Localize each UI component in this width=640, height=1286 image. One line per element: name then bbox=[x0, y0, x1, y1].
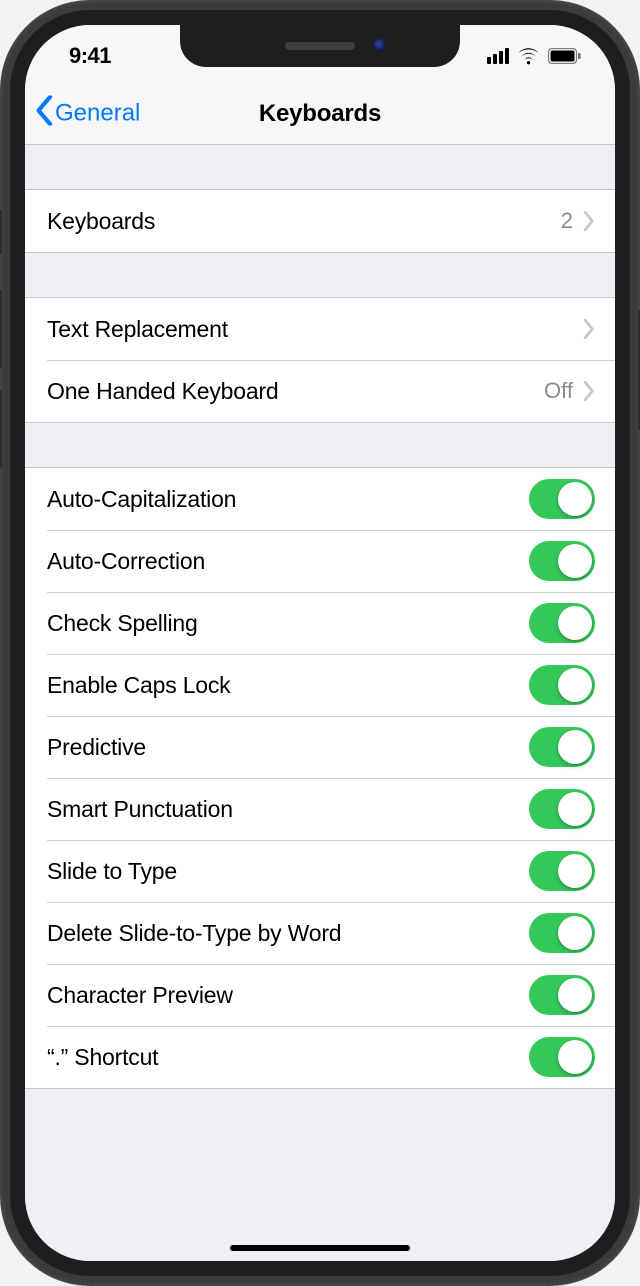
one-handed-value: Off bbox=[544, 378, 573, 404]
row-toggle: Check Spelling bbox=[25, 592, 615, 654]
volume-down-button[interactable] bbox=[0, 390, 2, 468]
row-label: Enable Caps Lock bbox=[47, 672, 529, 699]
toggle-switch[interactable] bbox=[529, 727, 595, 767]
home-indicator[interactable] bbox=[230, 1245, 410, 1251]
toggle-switch[interactable] bbox=[529, 975, 595, 1015]
settings-content[interactable]: Keyboards 2 Text Replacement bbox=[25, 145, 615, 1261]
row-label: Auto-Capitalization bbox=[47, 486, 529, 513]
row-label: Keyboards bbox=[47, 208, 561, 235]
toggle-switch[interactable] bbox=[529, 1037, 595, 1077]
row-toggle: Predictive bbox=[25, 716, 615, 778]
cellular-icon bbox=[487, 48, 509, 64]
group-keyboards: Keyboards 2 bbox=[25, 189, 615, 253]
front-camera bbox=[374, 39, 386, 51]
row-label: Smart Punctuation bbox=[47, 796, 529, 823]
chevron-right-icon bbox=[583, 319, 595, 339]
keyboards-count: 2 bbox=[561, 208, 573, 234]
page-title: Keyboards bbox=[259, 100, 381, 128]
back-label: General bbox=[55, 100, 140, 128]
row-label: “.” Shortcut bbox=[47, 1044, 529, 1071]
chevron-left-icon bbox=[35, 95, 53, 132]
row-label: Predictive bbox=[47, 734, 529, 761]
row-label: Check Spelling bbox=[47, 610, 529, 637]
row-keyboards[interactable]: Keyboards 2 bbox=[25, 190, 615, 252]
toggle-switch[interactable] bbox=[529, 665, 595, 705]
row-toggle: Enable Caps Lock bbox=[25, 654, 615, 716]
toggle-switch[interactable] bbox=[529, 913, 595, 953]
back-button[interactable]: General bbox=[35, 95, 140, 132]
nav-bar: General Keyboards bbox=[25, 83, 615, 145]
volume-up-button[interactable] bbox=[0, 290, 2, 368]
battery-icon bbox=[548, 48, 581, 64]
screen: 9:41 General Keyboards bbox=[25, 25, 615, 1261]
wifi-icon bbox=[517, 48, 540, 65]
row-toggle: Smart Punctuation bbox=[25, 778, 615, 840]
phone-frame: 9:41 General Keyboards bbox=[0, 0, 640, 1286]
row-label: Character Preview bbox=[47, 982, 529, 1009]
row-one-handed-keyboard[interactable]: One Handed Keyboard Off bbox=[25, 360, 615, 422]
chevron-right-icon bbox=[583, 211, 595, 231]
toggle-switch[interactable] bbox=[529, 789, 595, 829]
toggle-switch[interactable] bbox=[529, 603, 595, 643]
row-label: Slide to Type bbox=[47, 858, 529, 885]
notch bbox=[180, 25, 460, 67]
row-label: Auto-Correction bbox=[47, 548, 529, 575]
silence-switch[interactable] bbox=[0, 210, 2, 254]
toggle-switch[interactable] bbox=[529, 479, 595, 519]
group-text-onehanded: Text Replacement One Handed Keyboard Off bbox=[25, 297, 615, 423]
row-label: Delete Slide-to-Type by Word bbox=[47, 920, 529, 947]
row-label: One Handed Keyboard bbox=[47, 378, 544, 405]
speaker bbox=[285, 42, 355, 50]
row-toggle: Character Preview bbox=[25, 964, 615, 1026]
row-text-replacement[interactable]: Text Replacement bbox=[25, 298, 615, 360]
row-toggle: Auto-Correction bbox=[25, 530, 615, 592]
toggle-switch[interactable] bbox=[529, 851, 595, 891]
group-toggles: Auto-Capitalization Auto-Correction Check … bbox=[25, 467, 615, 1089]
row-toggle: Auto-Capitalization bbox=[25, 468, 615, 530]
row-toggle: Slide to Type bbox=[25, 840, 615, 902]
row-toggle: Delete Slide-to-Type by Word bbox=[25, 902, 615, 964]
row-toggle: “.” Shortcut bbox=[25, 1026, 615, 1088]
row-label: Text Replacement bbox=[47, 316, 583, 343]
status-time: 9:41 bbox=[69, 43, 111, 69]
chevron-right-icon bbox=[583, 381, 595, 401]
toggle-switch[interactable] bbox=[529, 541, 595, 581]
